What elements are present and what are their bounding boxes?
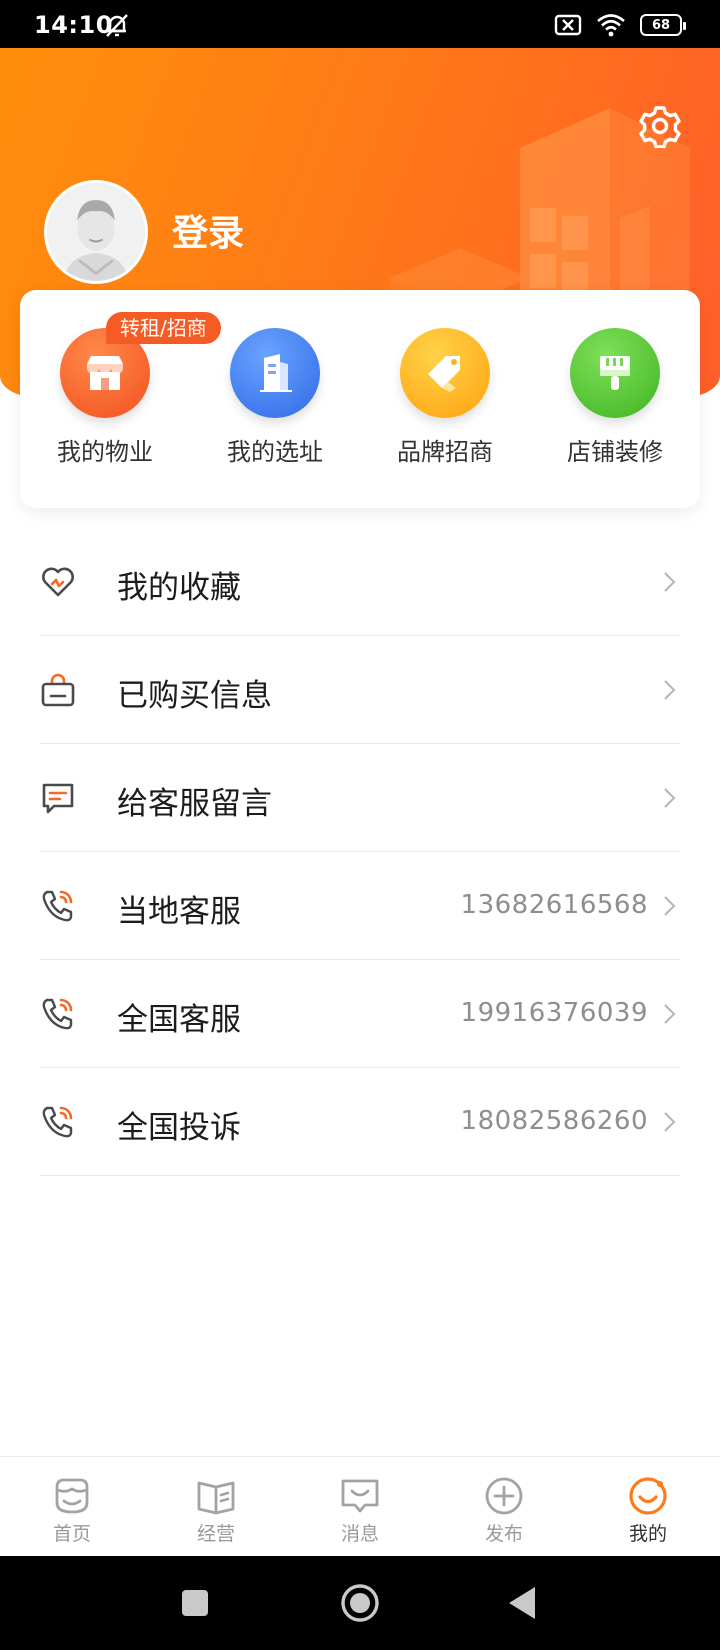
menu-label: 我的收藏 (117, 570, 241, 606)
menu-label: 全国投诉 (117, 1110, 241, 1146)
menu-row-leave-message[interactable]: 给客服留言 (40, 744, 680, 852)
user-avatar-icon (47, 183, 145, 281)
home-button[interactable] (340, 1583, 380, 1623)
phone-call-icon (42, 998, 73, 1030)
local-service-phone: 13682616568 (460, 890, 648, 920)
back-button[interactable] (505, 1583, 545, 1623)
tab-label: 我的 (628, 1523, 667, 1545)
quick-actions-card: 我的物业 转租/招商 我的选址 品牌招商 店铺装修 (20, 290, 700, 508)
menu-row-local-service[interactable]: 当地客服 13682616568 (40, 852, 680, 960)
menu-row-national-complaint[interactable]: 全国投诉 18082586260 (40, 1068, 680, 1176)
smile-circle-icon (629, 1477, 667, 1515)
bell-muted-icon (106, 14, 128, 37)
open-book-icon (197, 1481, 235, 1515)
heart-icon (42, 567, 74, 597)
national-service-phone: 19916376039 (460, 998, 648, 1028)
shopping-bag-icon (41, 673, 75, 707)
chevron-right-icon (664, 572, 676, 592)
tag-icon (400, 328, 490, 418)
menu-row-purchased[interactable]: 已购买信息 (40, 636, 680, 744)
phone-call-icon (42, 1106, 73, 1138)
message-icon (42, 783, 74, 814)
quick-item-label: 我的选址 (227, 438, 323, 466)
paint-brush-icon (570, 328, 660, 418)
phone-call-icon (42, 890, 73, 922)
tab-label: 经营 (196, 1523, 235, 1545)
menu-label: 已购买信息 (117, 678, 272, 714)
menu-row-national-service[interactable]: 全国客服 19916376039 (40, 960, 680, 1068)
home-face-icon (55, 1478, 89, 1514)
recent-apps-button[interactable] (175, 1583, 215, 1623)
quick-item-my-property[interactable]: 我的物业 (20, 328, 190, 478)
bottom-tab-bar: 首页 经营 消息 发布 我的 (0, 1456, 720, 1556)
wifi-icon (597, 14, 625, 37)
menu-label: 当地客服 (117, 894, 241, 930)
tag-glyph (428, 356, 460, 392)
menu-label: 全国客服 (117, 1002, 241, 1038)
menu-label: 给客服留言 (117, 786, 272, 822)
tab-label: 消息 (340, 1523, 379, 1545)
tab-business[interactable]: 经营 (144, 1457, 288, 1556)
tab-home[interactable]: 首页 (0, 1457, 144, 1556)
quick-item-label: 店铺装修 (567, 438, 663, 466)
tab-label: 发布 (484, 1523, 523, 1545)
chevron-right-icon (664, 1004, 676, 1024)
quick-item-label: 我的物业 (57, 438, 153, 466)
settings-gear-icon[interactable] (638, 104, 682, 148)
settings-menu-list: 我的收藏 已购买信息 给客服留言 当地客服 13682616568 全国客服 1… (40, 528, 680, 1176)
paint-brush-glyph (600, 356, 630, 390)
avatar[interactable] (44, 180, 148, 284)
tab-publish[interactable]: 发布 (432, 1457, 576, 1556)
tab-label: 首页 (52, 1523, 91, 1545)
quick-item-label: 品牌招商 (397, 438, 493, 466)
storefront-glyph (87, 356, 123, 390)
chat-bubble-icon (341, 1479, 379, 1513)
quick-item-renovation[interactable]: 店铺装修 (530, 328, 700, 478)
tab-me[interactable]: 我的 (576, 1457, 720, 1556)
quick-item-brand-leasing[interactable]: 品牌招商 (360, 328, 530, 478)
chevron-right-icon (664, 1112, 676, 1132)
plus-circle-icon (485, 1477, 523, 1515)
no-sim-icon (554, 14, 582, 36)
tab-messages[interactable]: 消息 (288, 1457, 432, 1556)
building-glyph (260, 354, 292, 392)
login-link[interactable]: 登录 (172, 204, 244, 256)
battery-level: 68 (651, 17, 671, 33)
building-icon (230, 328, 320, 418)
status-bar: 14:10 68 (0, 0, 720, 48)
system-navigation-bar (0, 1556, 720, 1650)
complaint-phone: 18082586260 (460, 1106, 648, 1136)
quick-item-my-site[interactable]: 我的选址 (190, 328, 360, 478)
status-icons: 68 (554, 12, 686, 38)
battery-icon: 68 (640, 14, 686, 36)
chevron-right-icon (664, 788, 676, 808)
menu-row-favorites[interactable]: 我的收藏 (40, 528, 680, 636)
chevron-right-icon (664, 680, 676, 700)
chevron-right-icon (664, 896, 676, 916)
